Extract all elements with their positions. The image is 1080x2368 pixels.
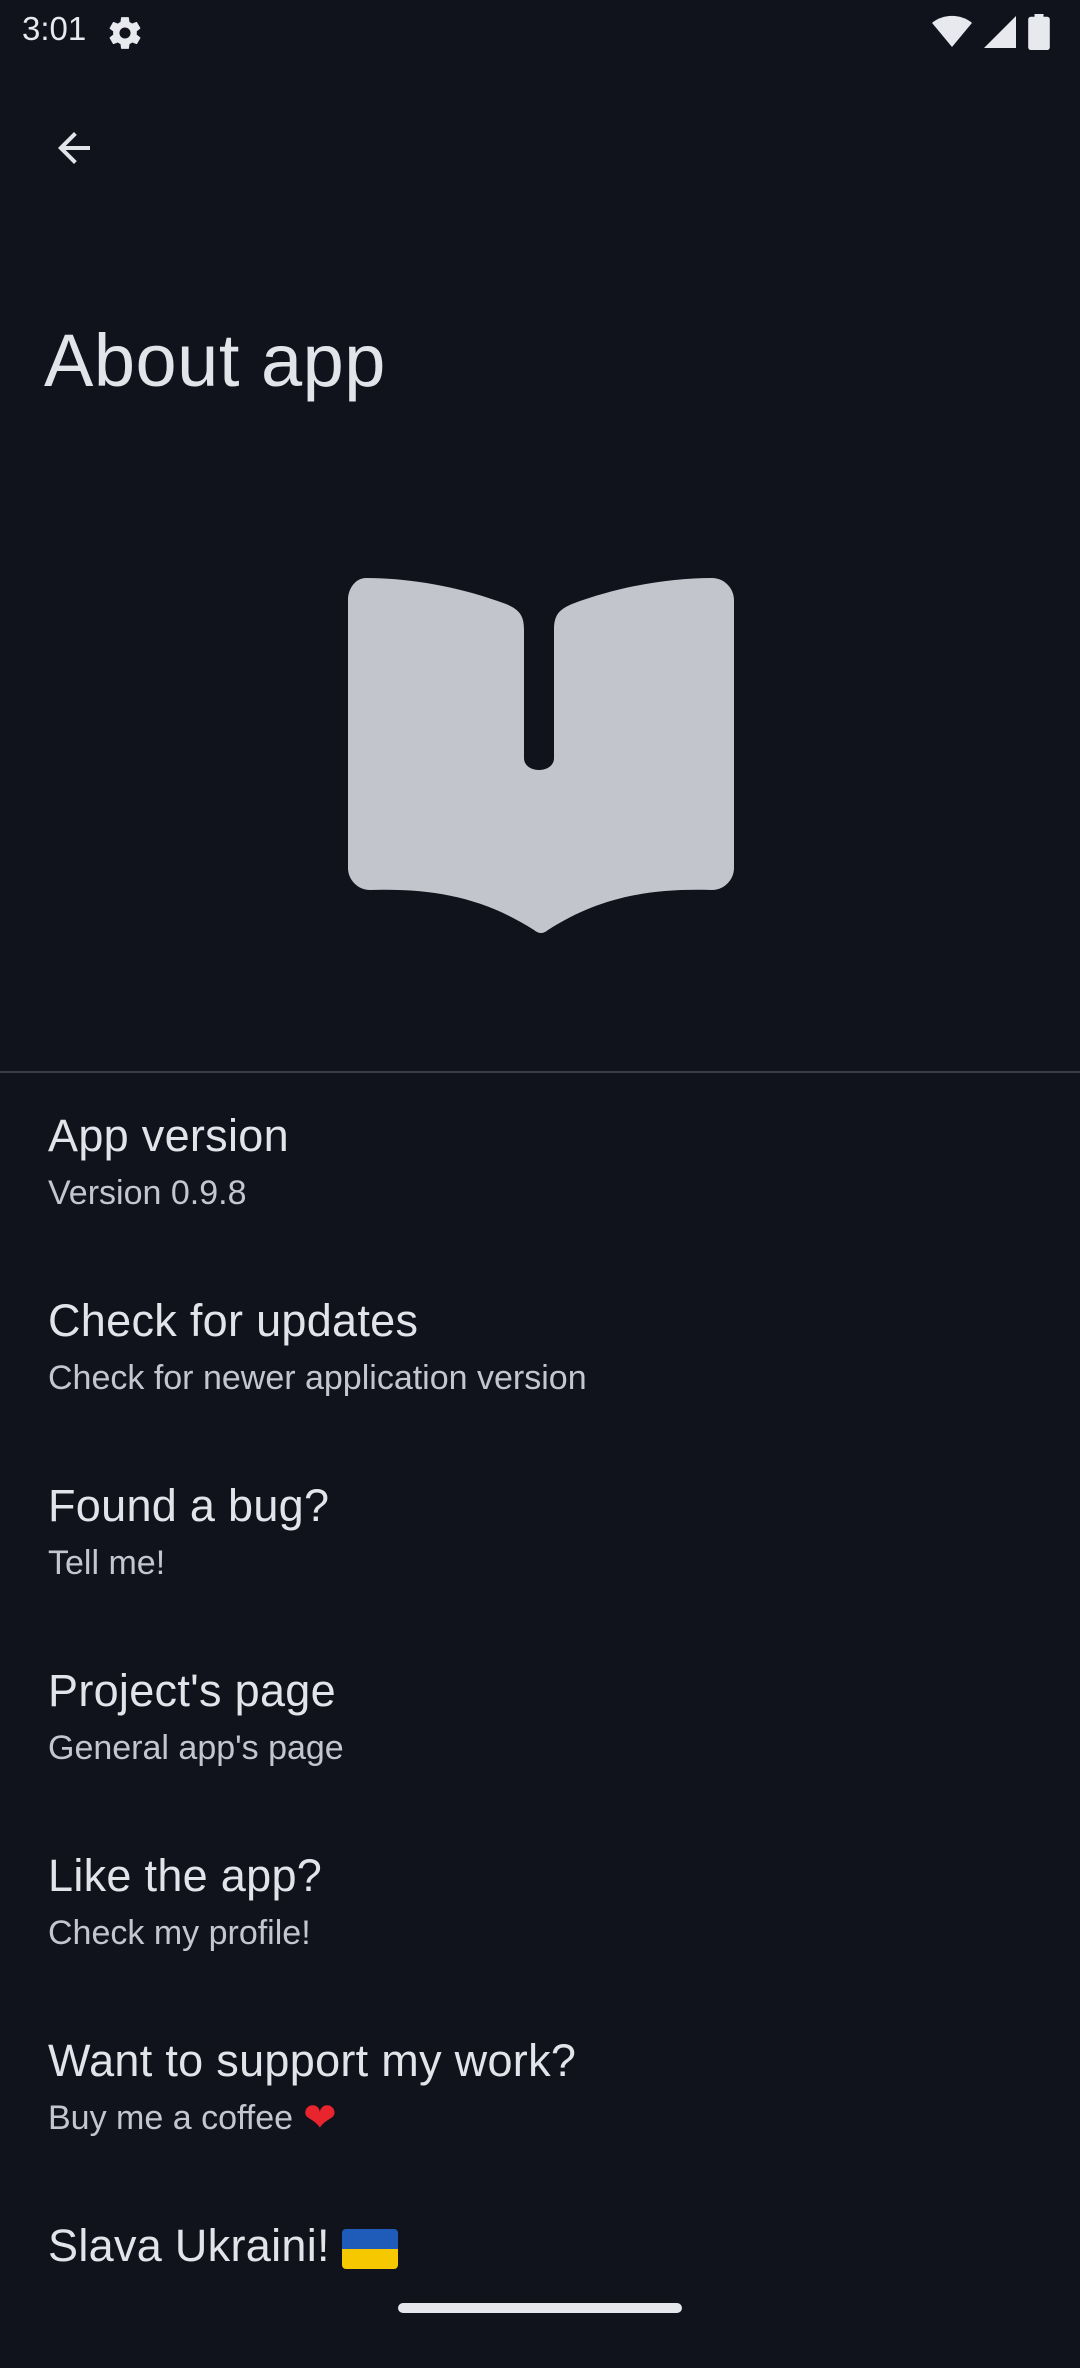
check-updates-item[interactable]: Check for updates Check for newer applic… [0, 1258, 1080, 1443]
wifi-icon [932, 15, 972, 48]
item-summary: Version 0.9.8 [48, 1171, 1080, 1215]
item-title-text: Slava Ukraini! [48, 2220, 330, 2271]
item-summary: Buy me a coffee ❤ [48, 2096, 1080, 2140]
item-title: Want to support my work? [48, 2035, 577, 2086]
item-summary: Tell me! [48, 1541, 1080, 1585]
slava-ukraini-item[interactable]: Slava Ukraini! [0, 2183, 1080, 2368]
status-icons [932, 14, 1050, 50]
flag-yellow-stripe [341, 2249, 398, 2270]
app-version-item[interactable]: App version Version 0.9.8 [0, 1073, 1080, 1258]
flag-blue-stripe [341, 2229, 398, 2250]
item-summary-text: General app's page [48, 1729, 344, 1767]
item-summary-text: Tell me! [48, 1544, 166, 1582]
open-book-icon [348, 578, 734, 933]
gesture-nav-handle[interactable] [398, 2303, 682, 2313]
item-summary: Check for newer application version [48, 1356, 1080, 1400]
item-title: Found a bug? [48, 1480, 330, 1531]
item-title: Slava Ukraini! [48, 2219, 1080, 2273]
item-title: Project's page [48, 1665, 336, 1716]
item-title: App version [48, 1110, 289, 1161]
project-page-item[interactable]: Project's page General app's page [0, 1628, 1080, 1813]
item-summary: Check my profile! [48, 1911, 1080, 1955]
signal-icon [984, 16, 1016, 48]
item-summary-text: Version 0.9.8 [48, 1174, 247, 1212]
arrow-back-icon [58, 132, 90, 164]
heart-icon: ❤ [303, 2096, 337, 2140]
item-summary-text: Check for newer application version [48, 1359, 587, 1397]
page-title: About app [44, 319, 386, 402]
battery-icon [1028, 14, 1050, 50]
item-title: Like the app? [48, 1850, 323, 1901]
status-time: 3:01 [22, 10, 87, 47]
status-bar: 3:01 [0, 0, 1080, 64]
gear-icon [109, 17, 141, 49]
item-summary-text: Check my profile! [48, 1914, 311, 1952]
item-summary: General app's page [48, 1726, 1080, 1770]
back-button[interactable] [36, 110, 112, 186]
item-summary-text: Buy me a coffee [48, 2099, 294, 2137]
ukraine-flag-icon [341, 2229, 398, 2270]
item-title: Check for updates [48, 1295, 419, 1346]
support-work-item[interactable]: Want to support my work? Buy me a coffee… [0, 1998, 1080, 2183]
like-app-item[interactable]: Like the app? Check my profile! [0, 1813, 1080, 1998]
found-bug-item[interactable]: Found a bug? Tell me! [0, 1443, 1080, 1628]
about-list: App version Version 0.9.8 Check for upda… [0, 1073, 1080, 2368]
